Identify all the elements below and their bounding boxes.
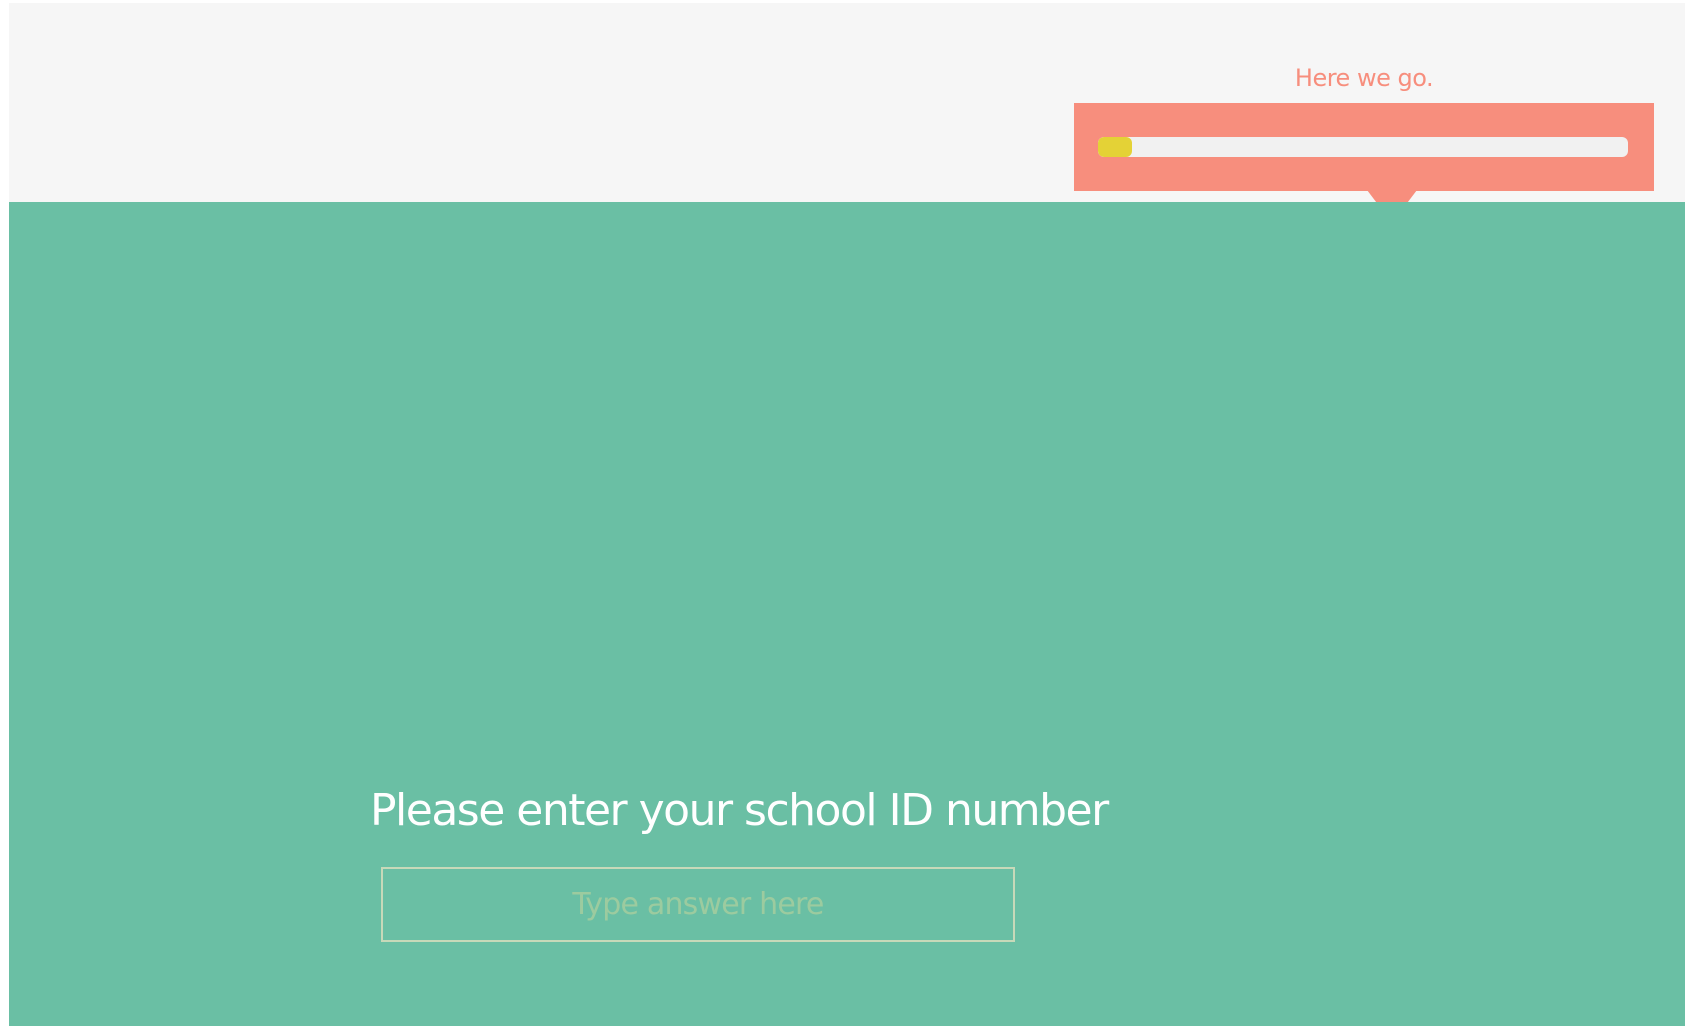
progress-panel bbox=[1074, 103, 1654, 191]
progress-bar-track bbox=[1098, 137, 1628, 157]
answer-input[interactable] bbox=[381, 867, 1015, 942]
progress-caption: Here we go. bbox=[1294, 64, 1434, 92]
survey-page: Here we go. Please enter your school ID … bbox=[0, 0, 1689, 1027]
question-title: Please enter your school ID number bbox=[370, 785, 1109, 836]
progress-bar-fill bbox=[1098, 137, 1133, 157]
